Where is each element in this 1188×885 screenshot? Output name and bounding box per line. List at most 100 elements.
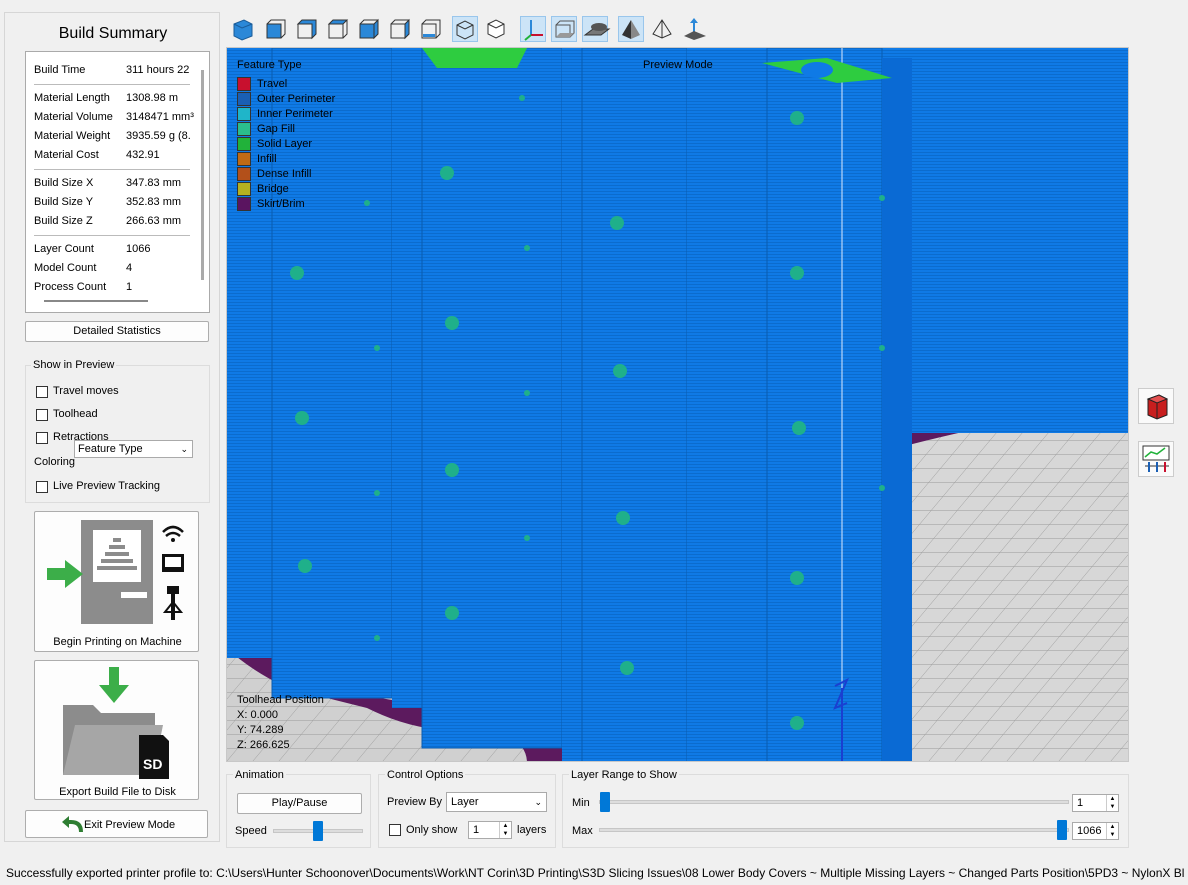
spinner-arrows-icon: ▲ ▼: [499, 822, 511, 838]
view-bottom-icon[interactable]: [416, 16, 442, 42]
stat-build-size-z: Build Size Z 266.63 mm: [34, 215, 182, 227]
stats-vertical-scrollbar[interactable]: [201, 70, 204, 280]
legend-item: Infill: [257, 153, 277, 165]
animation-label: Animation: [233, 769, 286, 781]
legend-swatch: [237, 77, 251, 91]
stat-build-size-x: Build Size X 347.83 mm: [34, 177, 182, 189]
stat-layer-count: Layer Count 1066: [34, 243, 151, 255]
only-show-spinner[interactable]: 1 ▲ ▼: [468, 821, 512, 839]
view-right-icon[interactable]: [354, 16, 380, 42]
perspective-view-icon[interactable]: [452, 16, 478, 42]
legend-item: Dense Infill: [257, 168, 312, 180]
begin-printing-button[interactable]: Begin Printing on Machine: [34, 511, 199, 652]
legend-item: Skirt/Brim: [257, 198, 305, 210]
build-plate-icon[interactable]: [582, 16, 611, 42]
spinner-arrows-icon: ▲ ▼: [1106, 823, 1118, 839]
legend-item: Solid Layer: [257, 138, 313, 150]
legend-item: Inner Perimeter: [257, 108, 333, 120]
toolhead-y: Y: 74.289: [237, 724, 284, 736]
speed-label: Speed: [235, 825, 267, 837]
show-in-preview-label: Show in Preview: [31, 359, 117, 371]
travel-moves-label: Travel moves: [53, 385, 119, 397]
build-stats-list[interactable]: Build Time 311 hours 22 Material Length 13…: [25, 51, 210, 313]
legend-swatch: [237, 92, 251, 106]
coloring-label: Coloring: [34, 456, 75, 468]
coloring-select[interactable]: Feature Type ⌄: [74, 440, 193, 458]
preview-by-select[interactable]: Layer ⌄: [446, 792, 547, 812]
chevron-down-icon: ⌄: [534, 797, 542, 807]
legend-item: Bridge: [257, 183, 289, 195]
min-label: Min: [572, 797, 590, 809]
toolhead-checkbox[interactable]: [36, 409, 48, 421]
layer-graph-button[interactable]: [1138, 441, 1174, 477]
min-slider-track[interactable]: [599, 800, 1069, 804]
wireframe-model-icon[interactable]: [650, 16, 676, 42]
only-show-label: Only show: [406, 824, 458, 836]
back-arrow-icon: [62, 816, 83, 833]
model-orientation-button[interactable]: [1138, 388, 1174, 424]
cube-orientation-icon: [1146, 394, 1169, 420]
legend-swatch: [237, 122, 251, 136]
stat-material-length: Material Length 1308.98 m: [34, 92, 178, 104]
toolhead-label: Toolhead: [53, 408, 98, 420]
stat-material-volume: Material Volume 3148471 mm³: [34, 111, 194, 123]
stats-horizontal-scrollbar[interactable]: [44, 300, 148, 302]
3d-preview-viewport[interactable]: Feature Type Preview Mode Travel Outer P…: [226, 47, 1129, 762]
show-in-preview-group: Show in Preview Travel moves Toolhead Re…: [25, 359, 210, 503]
exit-preview-mode-label: Exit Preview Mode: [84, 819, 176, 831]
ortho-view-icon[interactable]: [483, 16, 509, 42]
toolpath-render: [227, 48, 1128, 761]
graph-icon: [1142, 445, 1170, 472]
chevron-down-icon: ⌄: [180, 444, 188, 454]
control-options-group: Control Options Preview By Layer ⌄ Only …: [378, 769, 556, 848]
live-preview-tracking-label: Live Preview Tracking: [53, 480, 160, 492]
stat-model-count: Model Count 4: [34, 262, 133, 274]
max-slider-thumb[interactable]: [1057, 820, 1067, 840]
detailed-statistics-button[interactable]: Detailed Statistics: [25, 321, 209, 342]
layers-label: layers: [517, 824, 547, 836]
build-volume-icon[interactable]: [551, 16, 577, 42]
printer-icon: [47, 520, 184, 624]
min-layer-spinner[interactable]: 1 ▲ ▼: [1072, 794, 1119, 812]
max-layer-spinner[interactable]: 1066 ▲ ▼: [1072, 822, 1119, 840]
only-show-checkbox[interactable]: [389, 824, 401, 836]
stat-build-size-y: Build Size Y 352.83 mm: [34, 196, 182, 208]
toolhead-position-readout: Toolhead Position X: 0.000 Y: 74.289 Z: …: [237, 693, 324, 753]
stat-material-cost: Material Cost 432.91: [34, 149, 160, 161]
legend-swatch: [237, 137, 251, 151]
view-front-icon[interactable]: [261, 16, 287, 42]
layer-range-label: Layer Range to Show: [569, 769, 679, 781]
legend-swatch: [237, 167, 251, 181]
control-options-label: Control Options: [385, 769, 466, 781]
min-slider-thumb[interactable]: [600, 792, 610, 812]
axes-icon[interactable]: [520, 16, 546, 42]
legend-item: Gap Fill: [257, 123, 295, 135]
retractions-checkbox[interactable]: [36, 432, 48, 444]
live-preview-tracking-checkbox[interactable]: [36, 481, 48, 493]
travel-moves-checkbox[interactable]: [36, 386, 48, 398]
speed-slider-thumb[interactable]: [313, 821, 323, 841]
export-build-file-button[interactable]: SD Export Build File to Disk: [34, 660, 199, 800]
view-left-icon[interactable]: [323, 16, 349, 42]
legend-item: Travel: [257, 78, 288, 90]
animation-group: Animation Play/Pause Speed: [226, 769, 371, 848]
legend-item: Outer Perimeter: [257, 93, 336, 105]
view-iso-icon[interactable]: [230, 16, 256, 42]
feature-type-legend: Travel Outer Perimeter Inner Perimeter G…: [227, 77, 347, 217]
play-pause-button[interactable]: Play/Pause: [237, 793, 362, 814]
toolhead-z: Z: 266.625: [237, 739, 290, 751]
max-slider-track[interactable]: [599, 828, 1069, 832]
view-top-icon[interactable]: [385, 16, 411, 42]
sd-card-label: SD: [143, 756, 162, 772]
view-back-icon[interactable]: [292, 16, 318, 42]
build-summary-title: Build Summary: [58, 25, 168, 42]
preview-by-label: Preview By: [387, 796, 443, 808]
legend-title: Feature Type: [237, 59, 302, 71]
legend-swatch: [237, 107, 251, 121]
exit-preview-mode-button[interactable]: Exit Preview Mode: [25, 810, 208, 838]
cross-section-icon[interactable]: [682, 16, 708, 42]
shaded-model-icon[interactable]: [618, 16, 644, 42]
legend-swatch: [237, 152, 251, 166]
preview-mode-label: Preview Mode: [643, 59, 713, 71]
status-bar: Successfully exported printer profile to…: [6, 866, 1185, 880]
